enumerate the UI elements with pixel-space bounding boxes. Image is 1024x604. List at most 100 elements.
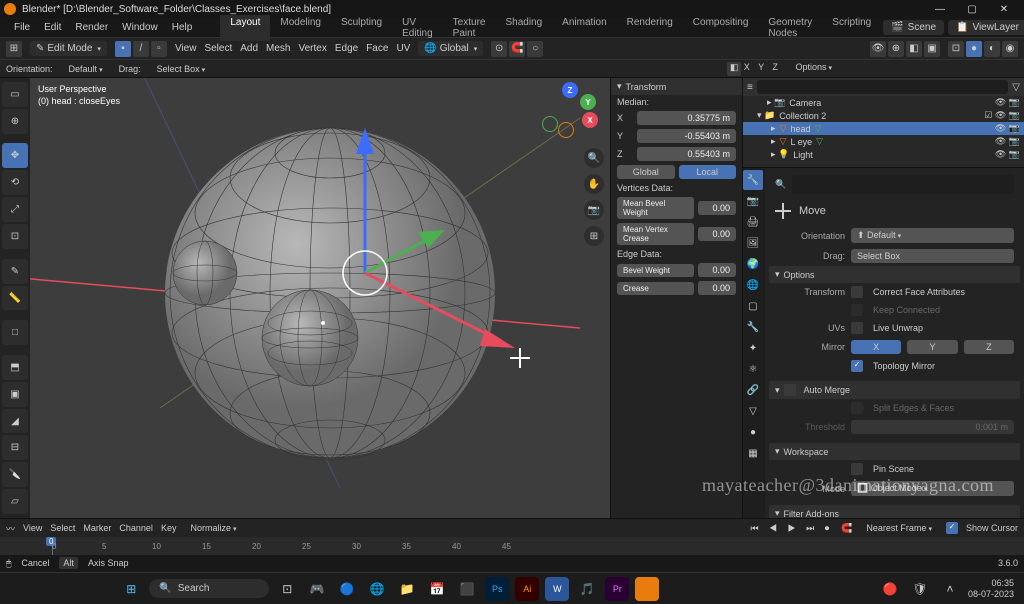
pin-scene-checkbox[interactable] bbox=[851, 463, 863, 475]
system-clock[interactable]: 06:35 08-07-2023 bbox=[968, 578, 1014, 600]
orientation-dropdown[interactable]: 🌐 Global bbox=[418, 41, 483, 56]
ptab-viewlayer-icon[interactable]: 🖼 bbox=[743, 233, 763, 253]
shading-solid-icon[interactable]: ● bbox=[966, 41, 982, 57]
ptab-output-icon[interactable]: 🖨 bbox=[743, 212, 763, 232]
menu-select2[interactable]: Select bbox=[204, 43, 232, 54]
axis-y-icon[interactable]: Y bbox=[580, 94, 596, 110]
pan-icon[interactable]: ✋ bbox=[584, 174, 604, 194]
global-button[interactable]: Global bbox=[617, 165, 675, 179]
3d-viewport[interactable]: User Perspective (0) head : closeEyes bbox=[30, 78, 610, 518]
explorer-icon[interactable]: 📁 bbox=[395, 577, 419, 601]
keep-connected-checkbox[interactable] bbox=[851, 304, 863, 316]
outliner-filter-icon[interactable]: ▽ bbox=[1012, 82, 1020, 93]
xyz-mirror[interactable]: X Y Z bbox=[744, 62, 781, 72]
perspective-toggle-icon[interactable]: ⊞ bbox=[584, 226, 604, 246]
axis-neg-x-icon[interactable] bbox=[558, 122, 574, 138]
ptab-material-icon[interactable]: ● bbox=[743, 422, 763, 442]
ptab-modifier-icon[interactable]: 🔧 bbox=[743, 317, 763, 337]
crease-label[interactable]: Crease bbox=[617, 282, 694, 295]
tab-sculpting[interactable]: Sculpting bbox=[331, 15, 392, 41]
tool-addcube[interactable]: □ bbox=[2, 320, 28, 345]
tab-animation[interactable]: Animation bbox=[552, 15, 616, 41]
orientation-value2[interactable]: Default bbox=[63, 63, 109, 75]
timeline-type-icon[interactable]: 〰 bbox=[6, 522, 15, 535]
props-drag-value[interactable]: Select Box bbox=[851, 249, 1014, 263]
tool-bevel[interactable]: ◢ bbox=[2, 409, 28, 434]
live-unwrap-checkbox[interactable] bbox=[851, 322, 863, 334]
premiere-icon[interactable]: Pr bbox=[605, 577, 629, 601]
photoshop-icon[interactable]: Ps bbox=[485, 577, 509, 601]
menu-view2[interactable]: View bbox=[175, 43, 197, 54]
snap-icon[interactable]: 🧲 bbox=[509, 41, 525, 57]
close-button[interactable]: ✕ bbox=[988, 4, 1020, 15]
ptab-scene-icon[interactable]: 🌍 bbox=[743, 254, 763, 274]
tool-knife[interactable]: 🔪 bbox=[2, 462, 28, 487]
pivot-icon[interactable]: ⊙ bbox=[491, 41, 507, 57]
shading-material-icon[interactable]: ◐ bbox=[984, 41, 1000, 57]
local-button[interactable]: Local bbox=[679, 165, 737, 179]
ptab-particles-icon[interactable]: ✦ bbox=[743, 338, 763, 358]
outliner-search[interactable] bbox=[757, 80, 1008, 94]
shading-rendered-icon[interactable]: ◉ bbox=[1002, 41, 1018, 57]
itunes-icon[interactable]: 🎵 bbox=[575, 577, 599, 601]
outliner-collection2[interactable]: ▾ 📁 Collection 2☑ 👁 📷 bbox=[743, 109, 1024, 122]
y-input[interactable]: -0.55403 m bbox=[637, 129, 736, 143]
timeline-menu-select[interactable]: Select bbox=[50, 523, 75, 533]
timeline-track[interactable]: 0 5 10 15 20 25 30 35 40 45 bbox=[0, 537, 1024, 555]
tool-select[interactable]: ▭ bbox=[2, 82, 28, 107]
outliner-light[interactable]: ▸ 💡 Light👁 📷 bbox=[743, 148, 1024, 161]
chrome-icon[interactable]: 🔵 bbox=[335, 577, 359, 601]
axis-z-icon[interactable]: Z bbox=[562, 82, 578, 98]
defender-icon[interactable]: 🛡 bbox=[908, 577, 932, 601]
z-input[interactable]: 0.55403 m bbox=[637, 147, 736, 161]
automerge-checkbox[interactable] bbox=[784, 384, 796, 396]
show-cursor-checkbox[interactable]: ✓ bbox=[946, 522, 958, 534]
tool-extrude[interactable]: ⬒ bbox=[2, 355, 28, 380]
tool-inset[interactable]: ▣ bbox=[2, 382, 28, 407]
tab-shading[interactable]: Shading bbox=[495, 15, 552, 41]
terminal-icon[interactable]: ⬛ bbox=[455, 577, 479, 601]
split-edges-checkbox[interactable] bbox=[851, 402, 863, 414]
outliner-leye[interactable]: ▸ ▽ L eye ▽👁 📷 bbox=[743, 135, 1024, 148]
axis-neg-y-icon[interactable] bbox=[542, 116, 558, 132]
tab-texturepaint[interactable]: Texture Paint bbox=[443, 15, 496, 41]
menu-window[interactable]: Window bbox=[116, 20, 164, 35]
ptab-tool-icon[interactable]: 🔧 bbox=[743, 170, 763, 190]
vertex-select-icon[interactable]: ▪ bbox=[115, 41, 131, 57]
shading-wireframe-icon[interactable]: ⊡ bbox=[948, 41, 964, 57]
normalize-dropdown[interactable]: Normalize bbox=[184, 522, 242, 534]
snap-dropdown[interactable]: Nearest Frame bbox=[860, 522, 938, 534]
outliner-head[interactable]: ▸ ▽ head ▽👁 📷 bbox=[743, 122, 1024, 135]
tool-transform[interactable]: ⊡ bbox=[2, 224, 28, 249]
mean-crease-label[interactable]: Mean Vertex Crease bbox=[617, 223, 694, 245]
illustrator-icon[interactable]: Ai bbox=[515, 577, 539, 601]
tab-modeling[interactable]: Modeling bbox=[270, 15, 331, 41]
timeline-menu-view[interactable]: View bbox=[23, 523, 42, 533]
timeline-menu-channel[interactable]: Channel bbox=[119, 523, 153, 533]
mode-row-value[interactable]: 🔳 Object Mode bbox=[851, 481, 1014, 496]
options-section-header[interactable]: ▾ Options bbox=[769, 266, 1020, 283]
word-icon[interactable]: W bbox=[545, 577, 569, 601]
ptab-object-icon[interactable]: ▢ bbox=[743, 296, 763, 316]
nav-gizmo[interactable]: Z Y X bbox=[540, 82, 600, 142]
xbox-icon[interactable]: 🎮 bbox=[305, 577, 329, 601]
ptab-constraint-icon[interactable]: 🔗 bbox=[743, 380, 763, 400]
calendar-icon[interactable]: 📅 bbox=[425, 577, 449, 601]
ptab-data-icon[interactable]: ▽ bbox=[743, 401, 763, 421]
mean-bevel-label[interactable]: Mean Bevel Weight bbox=[617, 197, 694, 219]
tab-compositing[interactable]: Compositing bbox=[683, 15, 759, 41]
props-search[interactable] bbox=[792, 175, 1014, 194]
blender-taskbar-icon[interactable] bbox=[635, 577, 659, 601]
zoom-icon[interactable]: 🔍 bbox=[584, 148, 604, 168]
topology-mirror-checkbox[interactable] bbox=[851, 360, 863, 372]
camera-view-icon[interactable]: 📷 bbox=[584, 200, 604, 220]
mode-dropdown[interactable]: ✎ Edit Mode bbox=[30, 41, 107, 56]
ptab-world-icon[interactable]: 🌐 bbox=[743, 275, 763, 295]
transform-header[interactable]: ▾ Transform bbox=[611, 78, 742, 95]
timeline-menu-marker[interactable]: Marker bbox=[83, 523, 111, 533]
options-dropdown[interactable]: Options bbox=[789, 61, 838, 73]
tool-move[interactable]: ✥ bbox=[2, 143, 28, 168]
axis-x-icon[interactable]: X bbox=[582, 112, 598, 128]
taskbar-search[interactable]: 🔍 Search bbox=[149, 579, 269, 598]
play-controls[interactable]: ⏮ ◀ ▶ ⏭ ⏺ bbox=[750, 523, 833, 534]
